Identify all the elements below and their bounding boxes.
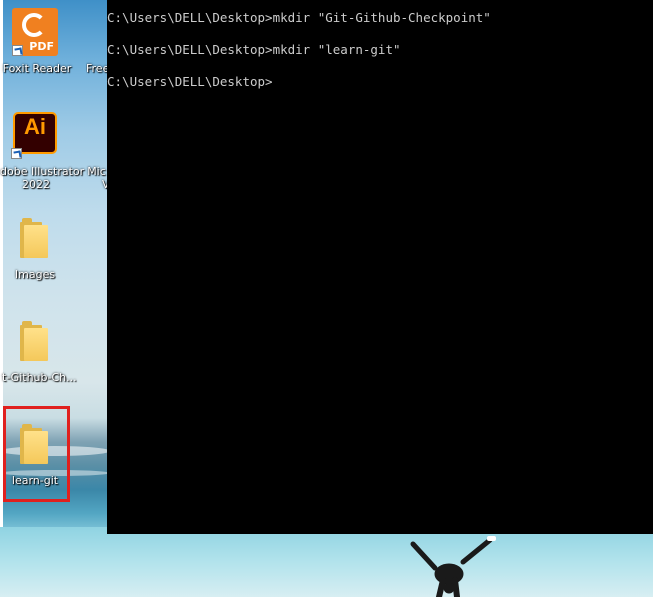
window-edge: [0, 0, 3, 597]
desktop-icon-label: Foxit Reader: [2, 62, 72, 75]
terminal-prompt[interactable]: C:\Users\DELL\Desktop>: [107, 74, 273, 90]
desktop-icon-foxit-reader[interactable]: PDF Foxit Reader: [2, 8, 72, 75]
highlight-annotation-box: [3, 406, 70, 502]
shortcut-arrow-icon: [12, 45, 23, 56]
command-prompt-window[interactable]: C:\Users\DELL\Desktop>mkdir "Git-Github-…: [107, 0, 653, 534]
desktop-icon-partial-mic[interactable]: Mic V: [86, 165, 107, 195]
desktop-icon-images-folder[interactable]: Images: [0, 218, 70, 284]
shortcut-arrow-icon: [11, 148, 22, 159]
folder-icon: [20, 218, 48, 258]
desktop-icon-partial-free[interactable]: Free: [86, 62, 107, 76]
terminal-line: C:\Users\DELL\Desktop>mkdir "learn-git": [107, 42, 401, 57]
terminal-line: C:\Users\DELL\Desktop>mkdir "Git-Github-…: [107, 10, 491, 25]
desktop-icon-git-github-checkpoint-folder[interactable]: t-Github-Ch...: [0, 321, 80, 387]
desktop-icon-label: dobe Illustrator: [0, 165, 85, 178]
desktop-icon-adobe-illustrator[interactable]: Ai dobe Illustrator 2022: [0, 112, 85, 194]
desktop-icon-label: 2022: [22, 178, 50, 191]
wallpaper-gymnast-silhouette: [410, 536, 496, 597]
folder-icon: [20, 321, 48, 361]
desktop-icon-label: t-Github-Ch...: [2, 371, 77, 384]
desktop: PDF Foxit Reader Free Ai dobe Illustrato…: [0, 0, 653, 597]
desktop-icon-label: Images: [14, 268, 56, 281]
wallpaper-beach: [0, 527, 653, 597]
